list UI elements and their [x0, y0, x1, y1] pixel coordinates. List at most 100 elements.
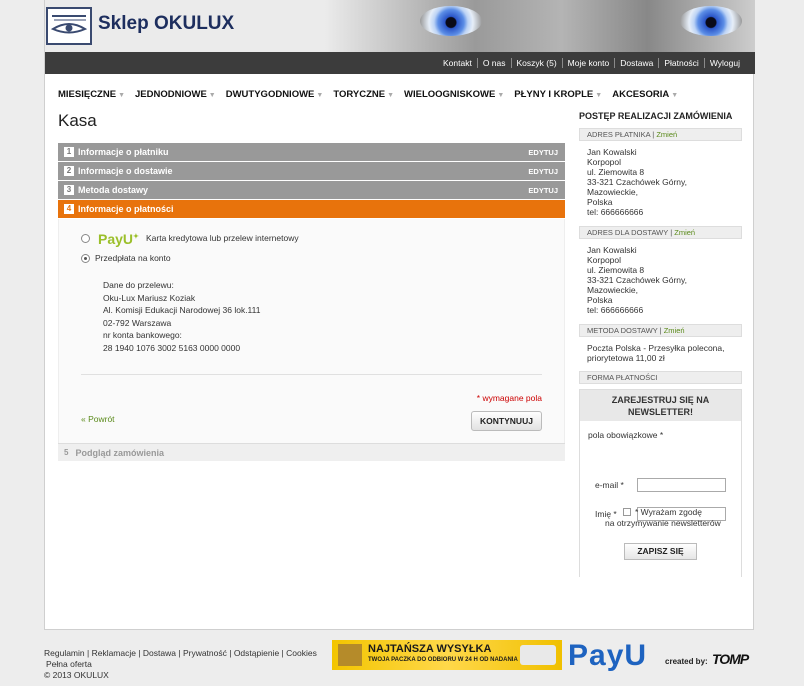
eye-left-image: [420, 6, 482, 36]
nav-item-miesieczne[interactable]: MIESIĘCZNE ▼: [58, 89, 125, 100]
nav-item-plyny-i-krople[interactable]: PŁYNY I KROPLE ▼: [514, 89, 602, 100]
transfer-line: 28 1940 1076 3002 5163 0000 0000: [103, 342, 241, 353]
step-delivery-method[interactable]: 3 Metoda dostawy EDYTUJ: [58, 181, 565, 200]
chevron-down-icon: ▼: [497, 92, 505, 99]
payment-form-box: FORMA PŁATNOŚCI: [579, 371, 742, 384]
radio-payu[interactable]: [81, 234, 90, 243]
top-link-kontakt[interactable]: Kontakt: [438, 58, 477, 68]
newsletter-box: ZAREJESTRUJ SIĘ NA NEWSLETTER! pola obow…: [579, 389, 742, 577]
chevron-down-icon: ▼: [118, 92, 125, 99]
divider: [81, 374, 542, 375]
step-delivery-info[interactable]: 2 Informacje o dostawie EDYTUJ: [58, 162, 565, 181]
box-header: ADRES DLA DOSTAWY | Zmień: [579, 226, 742, 239]
nav-item-jednodniowe[interactable]: JEDNODNIOWE ▼: [135, 89, 216, 100]
transfer-line: Oku-Lux Mariusz Koziak: [103, 292, 196, 303]
address-line: tel: 666666666: [587, 305, 644, 315]
email-label: e-mail *: [595, 480, 624, 490]
edit-button[interactable]: EDYTUJ: [528, 167, 558, 176]
nav-label: TORYCZNE: [333, 89, 386, 100]
footer-link-odstapienie[interactable]: Odstąpienie: [234, 648, 279, 659]
top-link-koszyk[interactable]: Koszyk (5): [510, 58, 562, 68]
footer-link-reklamacje[interactable]: Reklamacje: [92, 648, 136, 659]
top-link-dostawa[interactable]: Dostawa: [614, 58, 658, 68]
top-links: Kontakt O nas Koszyk (5) Moje konto Dost…: [438, 58, 745, 68]
nav-item-toryczne[interactable]: TORYCZNE ▼: [333, 89, 394, 100]
step-number: 2: [64, 166, 74, 176]
nav-item-wieloogniskowe[interactable]: WIELOOGNISKOWE ▼: [404, 89, 504, 100]
option-prepay-label[interactable]: Przedpłata na konto: [95, 253, 171, 263]
top-link-wyloguj[interactable]: Wyloguj: [703, 58, 745, 68]
logo-text[interactable]: Sklep OKULUX: [98, 13, 234, 35]
banner-subtitle: TWOJA PACZKA DO ODBIORU W 24 H OD NADANI…: [368, 657, 518, 663]
page-shell: Sklep OKULUX Kontakt O nas Koszyk (5) Mo…: [44, 0, 755, 630]
header: Sklep OKULUX: [45, 0, 755, 52]
address-line: tel: 666666666: [587, 207, 644, 217]
main-nav: MIESIĘCZNE ▼ JEDNODNIOWE ▼ DWUTYGODNIOWE ▼ …: [58, 89, 688, 100]
footer: Regulamin | Reklamacje | Dostawa | Prywa…: [44, 648, 324, 681]
newsletter-title-line: ZAREJESTRUJ SIĘ NA: [611, 395, 710, 405]
address-line: Korpopol: [587, 255, 622, 265]
method-line: Poczta Polska - Przesyłka polecona,: [587, 343, 725, 353]
option-card-label[interactable]: Karta kredytowa lub przelew internetowy: [146, 233, 299, 243]
box-header-label: METODA DOSTAWY: [587, 326, 658, 335]
box-header: METODA DOSTAWY | Zmień: [579, 324, 742, 337]
footer-link-pelna-oferta[interactable]: Pełna oferta: [44, 659, 324, 670]
sidebar-title: POSTĘP REALIZACJI ZAMÓWIENIA: [579, 111, 733, 121]
address-line: ul. Ziemowita 8: [587, 167, 645, 177]
transfer-line: nr konta bankowego:: [103, 330, 182, 341]
nav-item-akcesoria[interactable]: AKCESORIA ▼: [612, 89, 678, 100]
payu-logo-text: PayU: [98, 231, 134, 247]
edit-button[interactable]: EDYTUJ: [528, 186, 558, 195]
address-line: ul. Ziemowita 8: [587, 265, 645, 275]
footer-link-regulamin[interactable]: Regulamin: [44, 648, 85, 659]
address-line: Mazowieckie,: [587, 285, 639, 295]
address-line: Jan Kowalski: [587, 147, 637, 157]
copyright: © 2013 OKULUX: [44, 670, 109, 680]
tomp-logo[interactable]: TOMP: [712, 651, 749, 667]
consent-label-2: na otrzymywanie newsletterów: [605, 518, 721, 528]
footer-links: Regulamin | Reklamacje | Dostawa | Prywa…: [44, 648, 317, 659]
shipping-banner[interactable]: NAJTAŃSZA WYSYŁKA TWOJA PACZKA DO ODBIOR…: [332, 640, 562, 670]
nav-item-dwutygodniowe[interactable]: DWUTYGODNIOWE ▼: [226, 89, 324, 100]
logo-icon[interactable]: [46, 7, 92, 45]
consent-checkbox[interactable]: [623, 508, 631, 516]
nav-label: PŁYNY I KROPLE: [514, 89, 594, 100]
nav-label: WIELOOGNISKOWE: [404, 89, 496, 100]
step-label: Informacje o płatności: [78, 204, 174, 214]
nav-label: DWUTYGODNIOWE: [225, 89, 315, 100]
chevron-down-icon: ▼: [208, 92, 216, 99]
subscribe-button[interactable]: ZAPISZ SIĘ: [624, 543, 697, 560]
consent-label: * Wyrażam zgodę: [635, 507, 703, 517]
payer-address-box: ADRES PŁATNIKA | Zmień Jan Kowalski Korp…: [579, 128, 742, 223]
box-header: FORMA PŁATNOŚCI: [579, 371, 742, 384]
edit-button[interactable]: EDYTUJ: [528, 148, 558, 157]
required-fields-note: pola obowiązkowe *: [588, 430, 664, 440]
banner-title: NAJTAŃSZA WYSYŁKA: [368, 643, 492, 655]
change-link[interactable]: Zmień: [674, 228, 695, 237]
payment-panel: PayU✦ Karta kredytowa lub przelew intern…: [58, 219, 565, 443]
top-link-moje-konto[interactable]: Moje konto: [561, 58, 615, 68]
method-line: priorytetowa 11,00 zł: [587, 353, 665, 363]
nav-label: AKCESORIA: [612, 89, 670, 100]
change-link[interactable]: Zmień: [664, 326, 685, 335]
delivery-method: Poczta Polska - Przesyłka polecona, prio…: [579, 337, 742, 369]
footer-link-prywatnosc[interactable]: Prywatność: [183, 648, 227, 659]
top-link-o-nas[interactable]: O nas: [476, 58, 511, 68]
step-label: Metoda dostawy: [78, 185, 149, 195]
change-link[interactable]: Zmień: [656, 130, 677, 139]
footer-link-dostawa[interactable]: Dostawa: [143, 648, 176, 659]
radio-prepayment[interactable]: [81, 254, 90, 263]
eye-right-image: [680, 6, 742, 36]
step-payer-info[interactable]: 1 Informacje o płatniku EDYTUJ: [58, 143, 565, 162]
chevron-down-icon: ▼: [387, 92, 395, 99]
top-link-platnosci[interactable]: Płatności: [658, 58, 704, 68]
continue-button[interactable]: KONTYNUUJ: [471, 411, 542, 431]
box-header-label: ADRES PŁATNIKA: [587, 130, 651, 139]
address-line: 33-321 Czachówek Górny,: [587, 177, 688, 187]
back-link[interactable]: « Powrót: [81, 414, 115, 424]
footer-link-cookies[interactable]: Cookies: [286, 648, 317, 659]
email-field[interactable]: [637, 478, 726, 492]
step-number: 1: [64, 147, 74, 157]
step-label: Informacje o płatniku: [78, 147, 169, 157]
step-number: 3: [64, 185, 74, 195]
